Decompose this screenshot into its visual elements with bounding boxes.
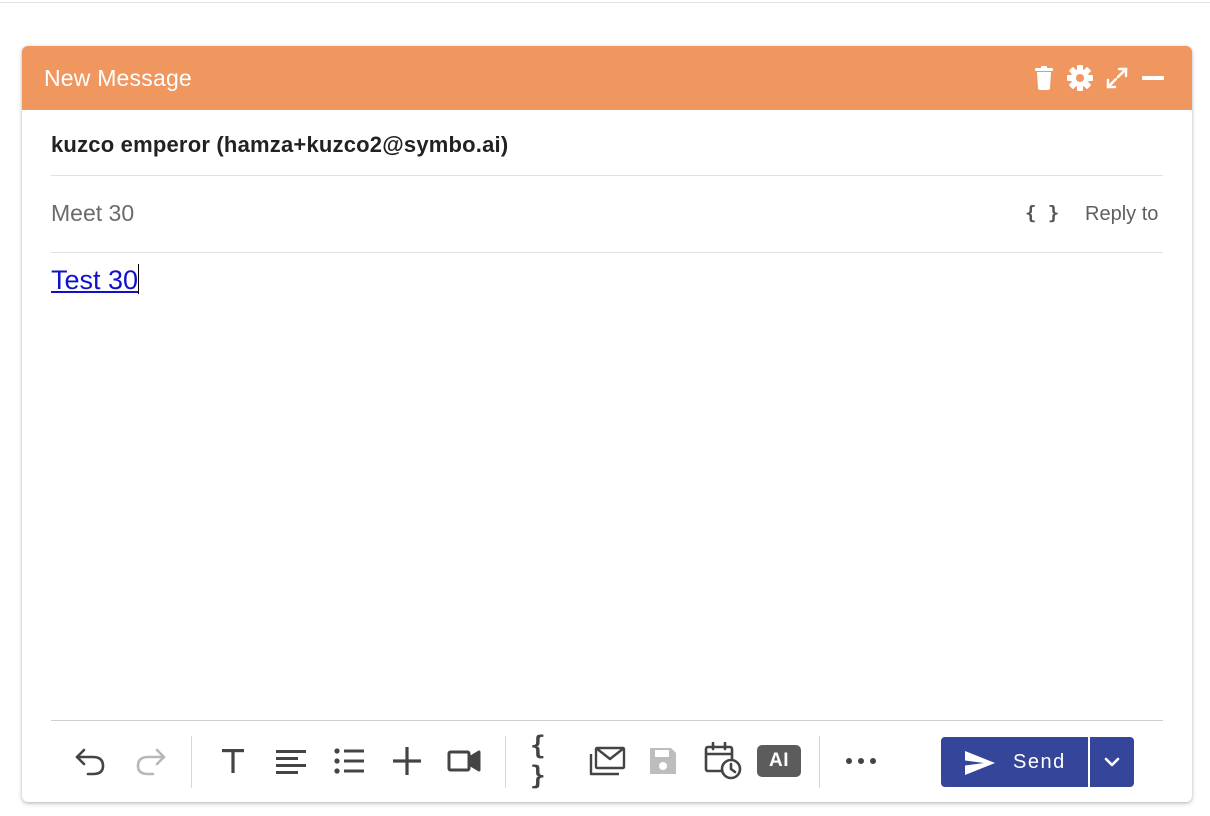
text-format-icon[interactable] [215,742,251,780]
send-options-button[interactable] [1090,737,1134,787]
chevron-down-icon [1104,757,1120,767]
bullet-list-icon[interactable] [331,742,367,780]
divider [51,252,1163,253]
save-icon[interactable] [645,742,681,780]
more-icon[interactable] [843,742,879,780]
undo-icon[interactable] [72,742,108,780]
compose-title: New Message [44,65,192,91]
message-body[interactable]: Test 30 [51,264,1163,704]
toolbar-separator [819,736,820,788]
video-icon[interactable] [446,742,482,780]
plus-icon[interactable] [389,742,425,780]
trash-icon[interactable] [1030,64,1058,92]
ai-label: AI [757,745,801,777]
redo-icon[interactable] [133,742,169,780]
top-divider [0,0,1210,3]
body-link-text[interactable]: Test 30 [51,265,138,295]
send-button[interactable]: Send [941,737,1088,787]
subject-field[interactable]: Meet 30 [51,200,134,227]
align-left-icon[interactable] [273,742,309,780]
gear-icon[interactable] [1066,64,1094,92]
expand-icon[interactable] [1103,64,1131,92]
text-caret [138,264,140,294]
reply-to-link[interactable]: Reply to [1085,203,1158,226]
variables-icon[interactable]: { } [530,731,566,791]
minimize-icon[interactable] [1139,64,1167,92]
send-label: Send [1013,751,1066,773]
schedule-icon[interactable] [703,742,743,780]
compose-window: New Message kuzco emperor (hamza+kuzco2@… [22,46,1192,802]
toolbar-separator [191,736,192,788]
recipient-field[interactable]: kuzco emperor (hamza+kuzco2@symbo.ai) [51,132,508,158]
compose-header: New Message [22,46,1192,110]
toolbar-divider [51,720,1163,721]
variables-glyph: { } [530,731,546,791]
subject-variables-icon[interactable]: { } [1025,202,1059,224]
divider [51,175,1163,176]
ai-icon[interactable]: AI [755,742,803,780]
toolbar-separator [505,736,506,788]
mail-template-icon[interactable] [587,742,627,780]
send-icon [965,751,995,775]
